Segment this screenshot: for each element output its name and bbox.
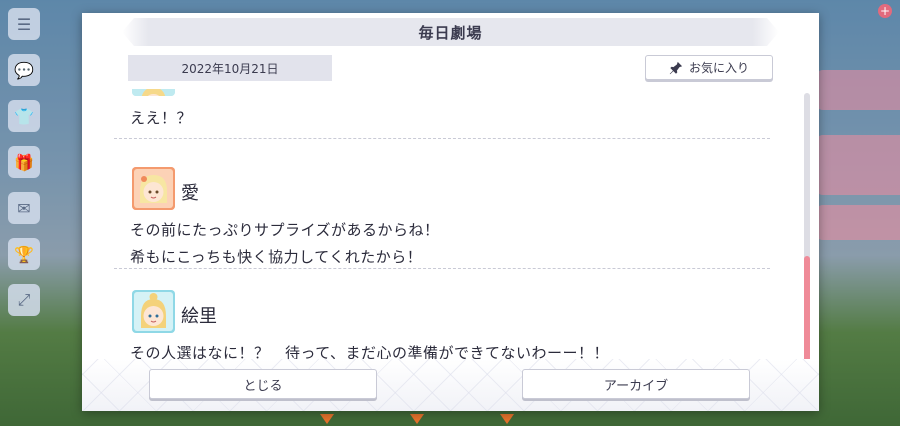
trophy-icon: 🏆 [8, 238, 40, 270]
favorite-button[interactable]: お気に入り [645, 55, 773, 80]
dialogue-line: 希もにこっちも快く協力してくれたから！ [130, 248, 423, 266]
pin-icon [669, 61, 683, 74]
dialog-title-bar: 毎日劇場 [122, 18, 779, 46]
dialog-scroll-content[interactable]: ええ！？ 愛 その前にたっぷりサプライズがあるからね！ 希もにこっちも快く協力し… [114, 89, 770, 359]
expand-icon: ⤢ [8, 284, 40, 316]
background-side-menu: ☰ 💬 👕 🎁 ✉ 🏆 ⤢ [0, 0, 48, 426]
speaker-name: 愛 [181, 183, 199, 204]
daily-theater-dialog: 毎日劇場 2022年10月21日 お気に入り ええ！？ 愛 その前にたっぷりサプ… [82, 13, 819, 411]
scrollbar-thumb[interactable] [804, 256, 810, 367]
dialogue-line: ええ！？ [130, 109, 193, 127]
scrollbar[interactable] [804, 93, 810, 367]
favorite-button-label: お気に入り [688, 61, 749, 75]
dialogue-line: その前にたっぷりサプライズがあるからね！ [130, 221, 440, 239]
plus-icon: + [878, 4, 892, 18]
background-right-panel [815, 70, 900, 110]
avatar [132, 89, 175, 96]
background-flags [300, 410, 600, 426]
date-label: 2022年10月21日 [128, 55, 332, 81]
dialog-footer: とじる アーカイブ [82, 359, 819, 411]
avatar [132, 290, 175, 333]
avatar [132, 167, 175, 210]
dialogue-entry: 絵里 その人選はなに！？ 待って、まだ心の準備ができてないわーー！！ [114, 269, 770, 359]
menu-icon: ☰ [8, 8, 40, 40]
dialogue-line: その人選はなに！？ 待って、まだ心の準備ができてないわーー！！ [130, 344, 610, 359]
costume-icon: 👕 [8, 100, 40, 132]
background-right-panel [815, 205, 900, 240]
speaker-name: 絵里 [181, 306, 217, 327]
chat-icon: 💬 [8, 54, 40, 86]
background-right-panel [815, 135, 900, 195]
background-currency: + [812, 4, 892, 30]
gift-icon: 🎁 [8, 146, 40, 178]
dialog-title: 毎日劇場 [418, 23, 483, 42]
message-icon: ✉ [8, 192, 40, 224]
close-button[interactable]: とじる [149, 369, 377, 399]
dialogue-entry: ええ！？ [114, 89, 770, 139]
entry-divider [114, 138, 770, 139]
archive-button[interactable]: アーカイブ [522, 369, 750, 399]
dialogue-entry: 愛 その前にたっぷりサプライズがあるからね！ 希もにこっちも快く協力してくれたか… [114, 149, 770, 269]
